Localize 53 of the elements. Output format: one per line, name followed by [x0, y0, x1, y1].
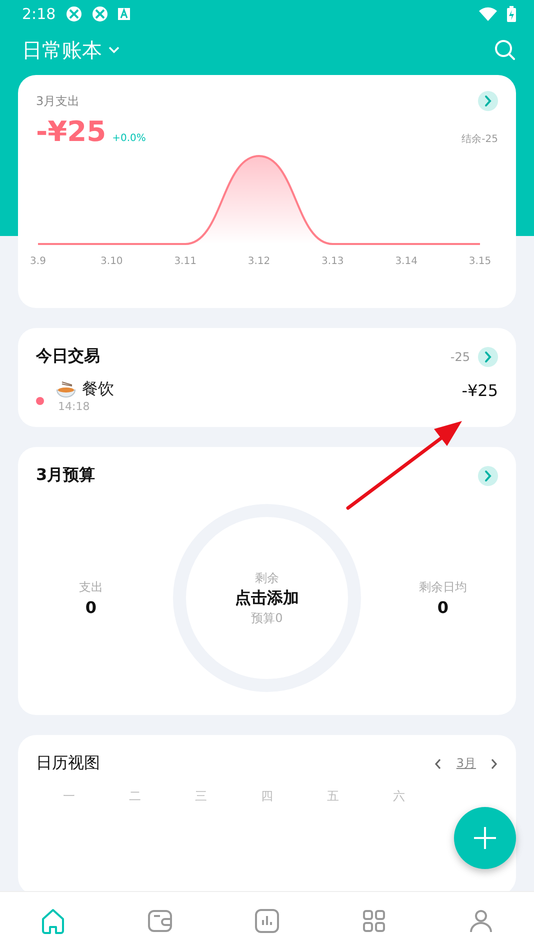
app-icon	[66, 6, 82, 22]
chevron-right-icon	[484, 470, 492, 482]
card-title: 日历视图	[36, 753, 100, 774]
weekday-label: 五	[326, 788, 340, 805]
more-button[interactable]	[478, 91, 498, 111]
search-icon[interactable]	[494, 39, 516, 61]
notification-icon	[118, 8, 130, 20]
card-title: 今日交易	[36, 346, 100, 367]
book-selector[interactable]: 日常账本	[22, 36, 120, 64]
weekday-label: 一	[62, 788, 76, 805]
chevron-right-icon[interactable]	[490, 758, 498, 770]
wifi-icon	[479, 7, 497, 21]
change-percent: +0.0%	[112, 133, 146, 146]
transaction-time: 14:18	[58, 400, 91, 413]
wallet-icon[interactable]	[146, 907, 174, 935]
month-selector[interactable]: 3月	[456, 755, 476, 772]
battery-icon	[507, 6, 516, 22]
status-time: 2:18	[22, 5, 56, 23]
axis-label: 3.12	[248, 256, 270, 267]
card-label: 3月支出	[36, 92, 80, 110]
axis-label: 3.10	[100, 256, 123, 267]
axis-label: 3.11	[174, 256, 196, 267]
axis-label: 3.13	[322, 256, 344, 267]
chevron-left-icon[interactable]	[434, 758, 442, 770]
chevron-right-icon	[484, 95, 492, 107]
stat-value: 0	[437, 598, 449, 617]
stat-label: 支出	[79, 579, 103, 596]
app-icon	[92, 6, 108, 22]
stat-value: 0	[85, 598, 97, 617]
stat-label: 剩余日均	[419, 579, 467, 596]
stat-label: 剩余	[255, 570, 279, 586]
add-budget-link[interactable]: 点击添加	[235, 588, 299, 608]
plus-icon	[474, 827, 496, 849]
budget-amount: 预算0	[251, 610, 283, 626]
weekday-label: 三	[194, 788, 208, 805]
bar-chart-icon[interactable]	[252, 907, 281, 935]
balance-text: 结余-25	[462, 132, 498, 147]
weekday-label: 六	[392, 788, 406, 805]
axis-label: 3.14	[395, 256, 418, 267]
expense-amount: -¥25	[36, 115, 106, 148]
weekday-label: 二	[128, 788, 142, 805]
axis-label: 3.15	[468, 256, 492, 267]
chevron-right-icon	[484, 350, 492, 362]
weekday-label: 四	[260, 788, 274, 805]
card-title: 3月预算	[36, 465, 96, 486]
axis-label: 3.9	[30, 256, 46, 267]
transaction-amount: -¥25	[462, 381, 498, 400]
more-button[interactable]	[478, 346, 498, 366]
more-button[interactable]	[478, 466, 498, 486]
noodle-bowl-icon	[56, 380, 76, 400]
category-name: 餐饮	[82, 379, 114, 400]
chevron-down-icon	[108, 46, 120, 54]
day-total: -25	[450, 350, 470, 364]
